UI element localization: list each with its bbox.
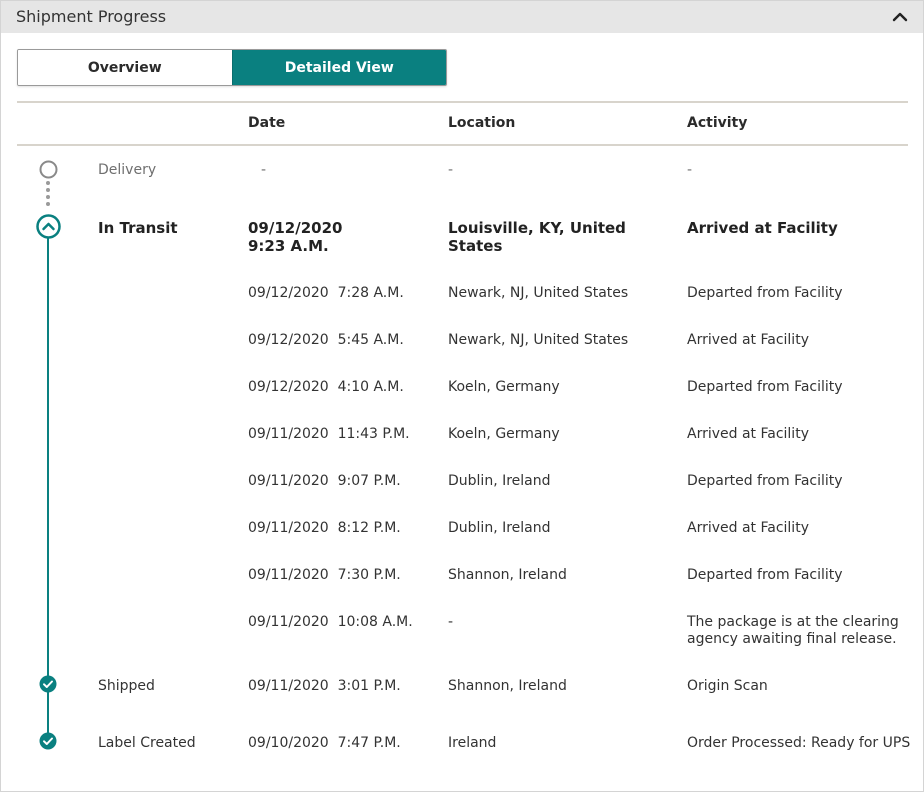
date-cell: 09/11/2020 8:12 P.M. [248, 520, 401, 536]
activity-cell: Arrived at Facility [687, 520, 809, 536]
timeline-line [47, 237, 49, 741]
date-cell: 09/10/2020 7:47 P.M. [248, 735, 401, 751]
activity-cell: Departed from Facility [687, 379, 843, 395]
activity-cell: Arrived at Facility [687, 219, 838, 237]
activity-cell: - [687, 162, 693, 178]
chevron-up-icon[interactable] [891, 9, 909, 25]
column-header-activity: Activity [687, 115, 748, 131]
status-label: Delivery [98, 162, 157, 178]
check-circle-icon [39, 732, 57, 754]
shipment-progress-panel: Shipment Progress Overview Detailed View… [0, 0, 924, 792]
status-label: Label Created [98, 735, 196, 751]
check-circle-icon [39, 675, 57, 697]
date-cell: 09/12/2020 5:45 A.M. [248, 332, 404, 348]
activity-cell: Departed from Facility [687, 285, 843, 301]
activity-cell: Arrived at Facility [687, 332, 809, 348]
column-header-date: Date [248, 115, 286, 131]
view-toggle: Overview Detailed View [17, 49, 447, 86]
panel-header[interactable]: Shipment Progress [1, 1, 923, 33]
location-cell: Ireland [448, 735, 497, 751]
location-cell: Shannon, Ireland [448, 678, 567, 694]
activity-cell: Order Processed: Ready for UPS [687, 735, 911, 751]
table-top-divider [17, 101, 908, 103]
activity-cell: Arrived at Facility [687, 426, 809, 442]
location-cell: Shannon, Ireland [448, 567, 567, 583]
location-cell: Dublin, Ireland [448, 520, 551, 536]
date-cell: 09/12/2020 9:23 A.M. [248, 219, 343, 255]
status-label: In Transit [98, 219, 178, 237]
location-cell: Koeln, Germany [448, 379, 560, 395]
location-cell: Dublin, Ireland [448, 473, 551, 489]
date-cell: 09/11/2020 10:08 A.M. [248, 614, 413, 630]
table-header-divider [17, 144, 908, 146]
column-header-location: Location [448, 115, 516, 131]
activity-cell: The package is at the clearing agency aw… [687, 614, 899, 647]
location-cell: Newark, NJ, United States [448, 332, 629, 348]
detailed-view-tab[interactable]: Detailed View [231, 50, 446, 85]
location-cell: Louisville, KY, United States [448, 219, 626, 255]
activity-cell: Departed from Facility [687, 567, 843, 583]
chevron-up-circle-icon [36, 214, 61, 243]
location-cell: Newark, NJ, United States [448, 285, 629, 301]
pending-dotted-connector [46, 181, 50, 209]
date-cell: 09/11/2020 3:01 P.M. [248, 678, 401, 694]
status-label: Shipped [98, 678, 155, 694]
date-cell: - [261, 162, 267, 178]
overview-tab[interactable]: Overview [18, 50, 232, 85]
date-cell: 09/12/2020 4:10 A.M. [248, 379, 404, 395]
date-cell: 09/11/2020 11:43 P.M. [248, 426, 410, 442]
date-cell: 09/11/2020 7:30 P.M. [248, 567, 401, 583]
panel-title: Shipment Progress [16, 7, 167, 26]
location-cell: - [448, 162, 454, 178]
empty-circle-icon [39, 160, 58, 183]
date-cell: 09/11/2020 9:07 P.M. [248, 473, 401, 489]
activity-cell: Departed from Facility [687, 473, 843, 489]
activity-cell: Origin Scan [687, 678, 768, 694]
date-cell: 09/12/2020 7:28 A.M. [248, 285, 404, 301]
location-cell: - [448, 614, 454, 630]
location-cell: Koeln, Germany [448, 426, 560, 442]
